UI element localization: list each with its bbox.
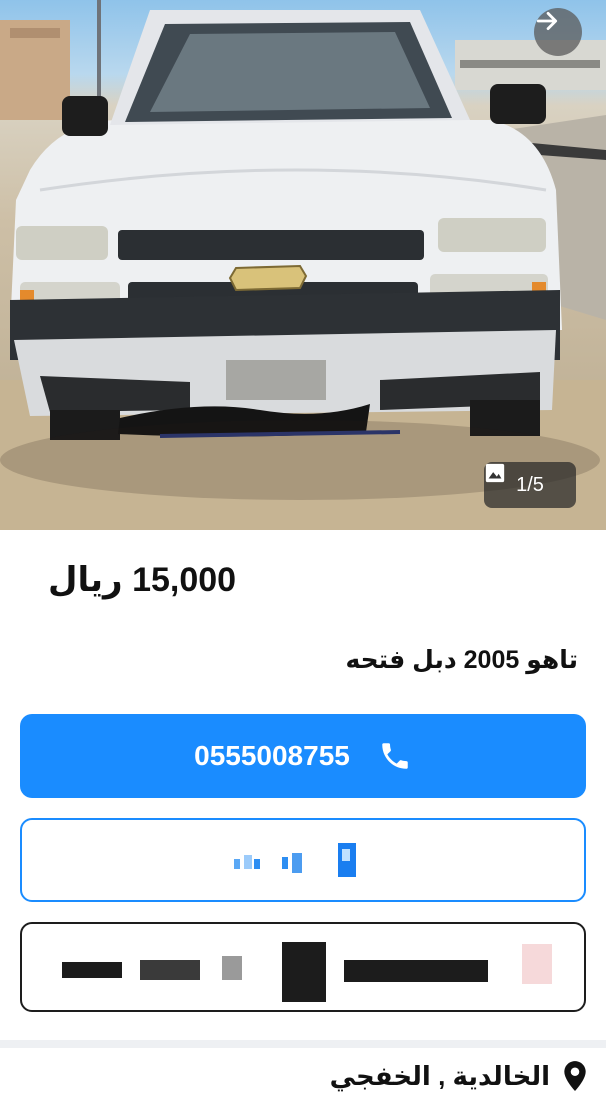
obscured-text <box>62 962 122 978</box>
obscured-text <box>344 960 488 982</box>
obscured-text <box>282 942 326 1002</box>
obscured-label <box>234 843 356 877</box>
car-photo <box>0 0 606 530</box>
photo-counter-text: 1/5 <box>516 473 544 496</box>
seller-card[interactable] <box>20 922 586 1012</box>
listing-title: تاهو 2005 دبل فتحه <box>345 646 578 674</box>
call-button[interactable]: 0555008755 <box>20 714 586 798</box>
obscured-text <box>140 960 200 980</box>
image-icon <box>485 463 505 483</box>
phone-icon <box>382 743 408 769</box>
phone-number: 0555008755 <box>194 740 350 771</box>
listing-photo[interactable]: 1/5 <box>0 0 606 530</box>
listing-location[interactable]: الخالدية , الخفجي <box>330 1056 588 1096</box>
section-divider <box>0 1040 606 1048</box>
location-text: الخالدية , الخفجي <box>329 1060 550 1091</box>
next-photo-button[interactable] <box>534 8 582 56</box>
photo-counter: 1/5 <box>484 462 576 508</box>
chat-button[interactable] <box>20 818 586 902</box>
listing-price: 15,000 ريال <box>48 561 237 599</box>
obscured-avatar <box>522 944 552 984</box>
arrow-right-icon <box>536 12 558 30</box>
map-pin-icon <box>564 1061 586 1091</box>
obscured-text <box>222 956 242 980</box>
